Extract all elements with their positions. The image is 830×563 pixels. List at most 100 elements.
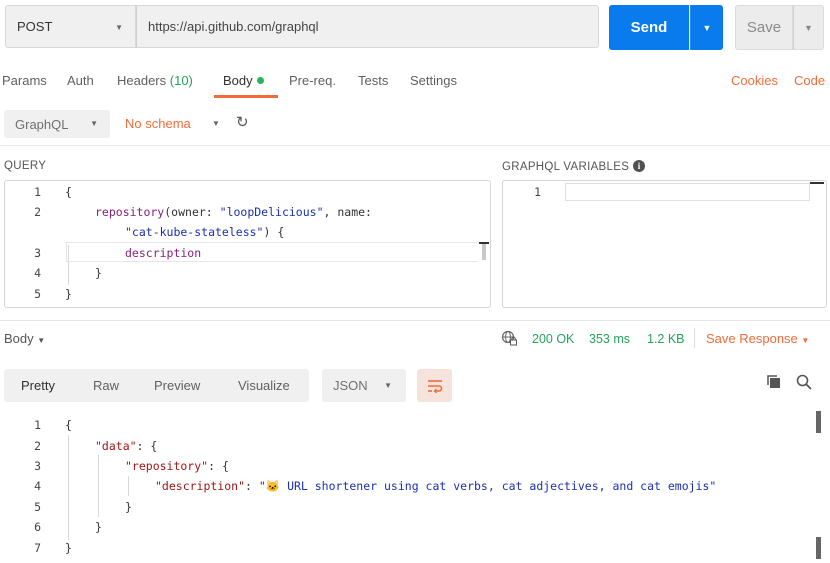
active-tab-indicator [214, 95, 278, 98]
code-line: "data": { [95, 439, 157, 453]
code-token: "description" [155, 479, 246, 493]
schema-select[interactable]: No schema [125, 116, 191, 131]
save-response-label: Save Response [706, 331, 798, 346]
search-icon[interactable] [796, 374, 812, 390]
line-number: 4 [34, 479, 41, 493]
chevron-down-icon: ▼ [702, 22, 712, 33]
chevron-down-icon: ▼ [37, 336, 46, 345]
code-token: { [65, 185, 72, 199]
line-number: 2 [34, 439, 41, 453]
code-token: "loopDelicious" [219, 205, 324, 219]
code-line: "description": "🐱 URL shortener using ca… [155, 479, 716, 493]
refresh-icon[interactable]: ↻ [236, 113, 249, 131]
url-input[interactable]: https://api.github.com/graphql [136, 5, 599, 48]
globe-lock-icon[interactable] [501, 330, 518, 347]
code-token: "data" [95, 439, 137, 453]
save-response-button[interactable]: Save Response ▼ [706, 331, 809, 346]
tab-headers-label: Headers [117, 73, 167, 88]
tab-headers[interactable]: Headers (10) [117, 73, 193, 88]
tab-preview[interactable]: Preview [154, 378, 200, 393]
line-number: 3 [34, 246, 41, 260]
response-time[interactable]: 353 ms [589, 332, 630, 346]
status-code[interactable]: 200 OK [532, 332, 574, 346]
tab-tests[interactable]: Tests [358, 73, 388, 88]
code-token: } [65, 287, 72, 301]
tab-raw[interactable]: Raw [93, 378, 119, 393]
cat-emoji-icon: 🐱 [265, 479, 281, 493]
send-options-button[interactable]: ▼ [690, 5, 723, 50]
chevron-down-icon: ▼ [384, 381, 392, 390]
code-token: : [245, 479, 259, 493]
variables-label: GRAPHQL VARIABLES i [502, 160, 646, 173]
tab-prereq[interactable]: Pre-req. [289, 73, 336, 88]
code-link[interactable]: Code [794, 73, 825, 88]
tab-params[interactable]: Params [2, 73, 47, 88]
code-token: { [65, 418, 72, 432]
body-type-select[interactable]: GraphQL ▼ [4, 110, 110, 138]
chevron-down-icon: ▼ [90, 119, 98, 128]
indent-guide [68, 435, 69, 540]
code-token: ) { [263, 225, 285, 239]
tab-visualize[interactable]: Visualize [238, 378, 290, 393]
chevron-down-icon[interactable]: ▼ [212, 119, 220, 128]
wrap-lines-icon [427, 379, 442, 393]
divider [0, 320, 830, 321]
code-token: } [125, 500, 132, 514]
code-token: (owner: [164, 205, 220, 219]
code-token: "cat-kube-stateless" [125, 225, 264, 239]
variables-label-text: GRAPHQL VARIABLES [502, 161, 630, 173]
response-scrollbar[interactable] [816, 411, 821, 433]
divider [694, 328, 695, 348]
status-dot-icon [256, 77, 264, 85]
cookies-link[interactable]: Cookies [731, 73, 778, 88]
code-token: description [125, 246, 202, 260]
headers-count-badge: (10) [169, 73, 193, 88]
query-scrollbar[interactable] [482, 244, 486, 260]
code-line: "cat-kube-stateless") { [125, 225, 284, 239]
current-line-highlight [565, 183, 810, 201]
line-number: 1 [34, 185, 41, 199]
response-scrollbar-end[interactable] [816, 537, 821, 559]
code-token: repository [95, 205, 165, 219]
scrollbar-cap [810, 182, 824, 184]
indent-guide [128, 476, 129, 496]
info-icon[interactable]: i [633, 160, 646, 172]
method-select[interactable]: POST ▼ [5, 5, 136, 48]
save-button[interactable]: Save [735, 5, 793, 50]
indent-guide [98, 455, 99, 517]
line-number: 5 [34, 287, 41, 301]
line-number: 7 [34, 541, 41, 555]
code-token: "repository" [125, 459, 209, 473]
chevron-down-icon: ▼ [804, 22, 813, 33]
query-label: QUERY [4, 160, 47, 172]
code-token: " [258, 479, 266, 493]
tab-auth[interactable]: Auth [67, 73, 94, 88]
copy-icon[interactable] [767, 375, 781, 389]
line-number: 5 [34, 500, 41, 514]
code-token: , name: [323, 205, 372, 219]
tab-settings[interactable]: Settings [410, 73, 457, 88]
code-token: : { [136, 439, 158, 453]
format-label: JSON [333, 378, 368, 393]
save-options-button[interactable]: ▼ [793, 5, 824, 50]
send-button[interactable]: Send [609, 5, 689, 50]
divider [0, 145, 830, 146]
code-token: } [95, 520, 102, 534]
line-number: 1 [34, 418, 41, 432]
format-select[interactable]: JSON ▼ [322, 369, 406, 402]
chevron-down-icon: ▼ [115, 23, 123, 32]
tab-body-label: Body [223, 73, 253, 88]
tab-body[interactable]: Body [223, 73, 264, 88]
code-line: repository(owner: "loopDelicious", name: [95, 205, 372, 219]
response-size[interactable]: 1.2 KB [647, 332, 685, 346]
line-number: 6 [34, 520, 41, 534]
code-line: "repository": { [125, 459, 229, 473]
line-number: 3 [34, 459, 41, 473]
tab-pretty[interactable]: Pretty [21, 378, 55, 393]
body-type-label: GraphQL [15, 116, 69, 132]
code-token: URL shortener using cat verbs, cat adjec… [280, 479, 717, 493]
wrap-lines-button[interactable] [417, 369, 452, 402]
response-body-toggle[interactable]: Body ▼ [4, 331, 45, 346]
line-number: 4 [34, 266, 41, 280]
code-token: : { [208, 459, 229, 473]
